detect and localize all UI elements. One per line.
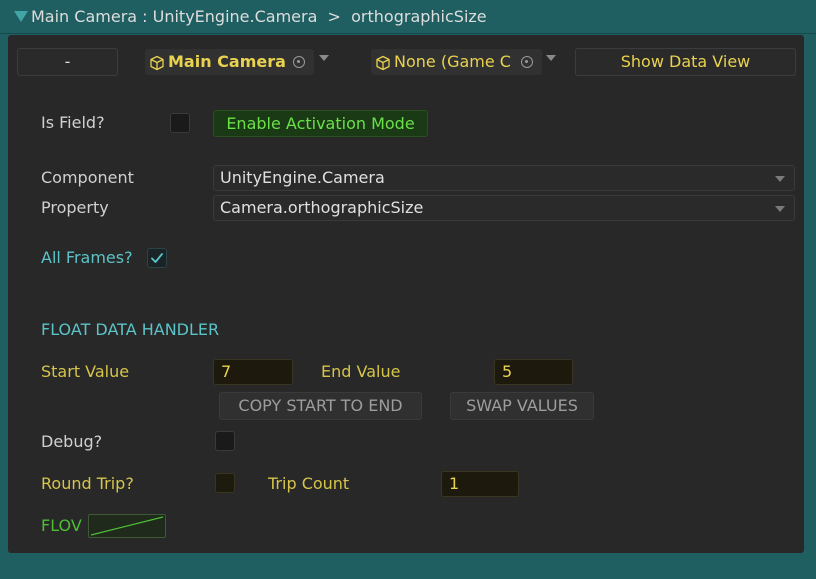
inspector-header[interactable]: Main Camera : UnityEngine.Camera > ortho… bbox=[0, 0, 816, 34]
debug-checkbox[interactable] bbox=[215, 431, 235, 451]
curve-preview-icon bbox=[90, 516, 164, 536]
round-trip-checkbox[interactable] bbox=[215, 473, 235, 493]
gameobject-cube-icon bbox=[150, 55, 164, 71]
debug-label: Debug? bbox=[41, 432, 103, 451]
gameobject-cube-icon bbox=[376, 55, 390, 71]
swap-values-button[interactable]: SWAP VALUES bbox=[450, 392, 594, 420]
target-object-field[interactable]: Main Camera bbox=[145, 49, 314, 75]
flow-curve-field[interactable] bbox=[88, 514, 166, 538]
flow-label: FLOV bbox=[41, 516, 82, 535]
end-value-label: End Value bbox=[321, 362, 401, 381]
start-value-input[interactable]: 7 bbox=[213, 359, 293, 385]
enable-activation-mode-button[interactable]: Enable Activation Mode bbox=[213, 110, 428, 137]
property-dropdown[interactable]: Camera.orthographicSize bbox=[213, 195, 795, 221]
component-dropdown[interactable]: UnityEngine.Camera bbox=[213, 165, 795, 191]
show-data-view-button[interactable]: Show Data View bbox=[575, 48, 796, 76]
object-picker-icon[interactable] bbox=[521, 56, 533, 68]
trip-count-label: Trip Count bbox=[268, 474, 350, 493]
foldout-arrow-icon[interactable] bbox=[14, 11, 28, 22]
component-label: Component bbox=[41, 168, 134, 187]
end-value-input[interactable]: 5 bbox=[494, 359, 573, 385]
target-object-name: Main Camera bbox=[168, 52, 286, 71]
chevron-down-icon bbox=[775, 176, 785, 182]
minus-button[interactable]: - bbox=[17, 48, 118, 76]
trip-count-input[interactable]: 1 bbox=[441, 471, 519, 497]
secondary-object-name: None (Game C bbox=[394, 52, 511, 71]
secondary-object-field[interactable]: None (Game C bbox=[371, 49, 542, 75]
secondary-dropdown-arrow-icon[interactable] bbox=[546, 55, 556, 61]
target-dropdown-arrow-icon[interactable] bbox=[319, 55, 329, 61]
is-field-label: Is Field? bbox=[41, 113, 105, 132]
copy-start-to-end-button[interactable]: COPY START TO END bbox=[219, 392, 422, 420]
header-title: Main Camera : UnityEngine.Camera > ortho… bbox=[31, 7, 487, 26]
all-frames-checkbox[interactable] bbox=[147, 248, 167, 268]
round-trip-label: Round Trip? bbox=[41, 474, 134, 493]
is-field-checkbox[interactable] bbox=[170, 113, 190, 133]
component-value: UnityEngine.Camera bbox=[220, 168, 385, 187]
object-picker-icon[interactable] bbox=[293, 56, 305, 68]
start-value-label: Start Value bbox=[41, 362, 130, 381]
property-label: Property bbox=[41, 198, 109, 217]
checkmark-icon bbox=[151, 253, 163, 263]
chevron-down-icon bbox=[775, 206, 785, 212]
all-frames-label: All Frames? bbox=[41, 248, 133, 267]
float-data-handler-title: FLOAT DATA HANDLER bbox=[41, 320, 220, 339]
property-value: Camera.orthographicSize bbox=[220, 198, 424, 217]
